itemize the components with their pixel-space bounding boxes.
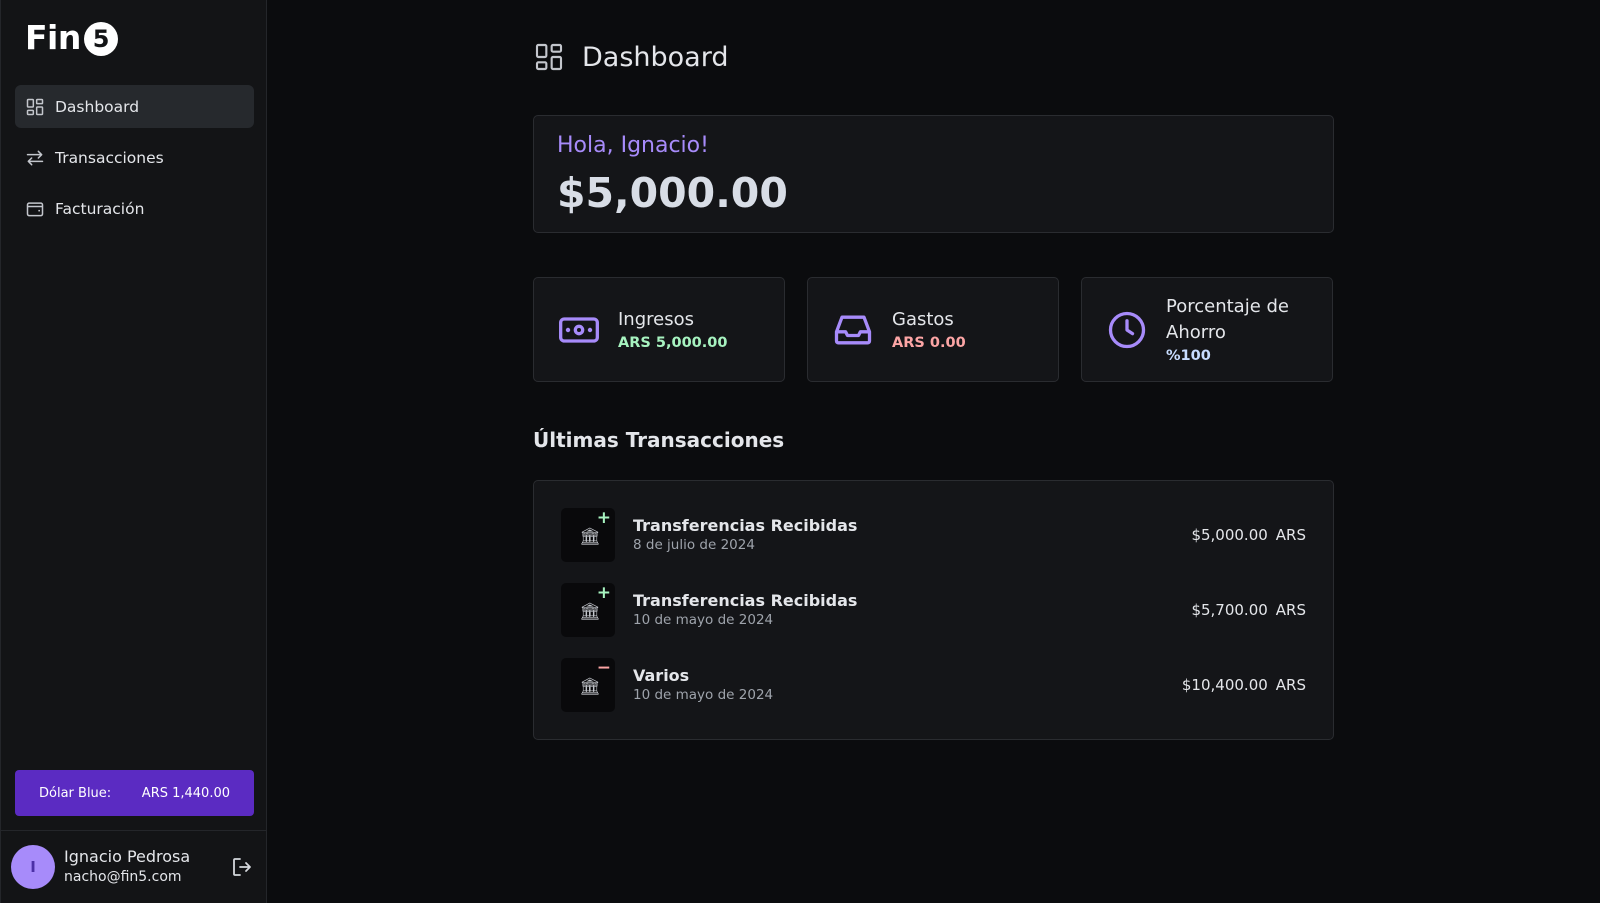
logout-icon[interactable]: [230, 855, 254, 879]
sidebar-item-facturacion[interactable]: Facturación: [15, 187, 254, 230]
bank-building-icon: 🏛: [579, 527, 601, 547]
user-profile: I Ignacio Pedrosa nacho@fin5.com: [11, 844, 258, 890]
bank-icon: 🏛 +: [561, 508, 615, 562]
arrows-swap-icon: [25, 148, 45, 168]
tx-amount: $10,400.00: [1181, 676, 1268, 694]
tx-amount: $5,700.00: [1191, 601, 1268, 619]
tx-currency: ARS: [1275, 526, 1306, 544]
tx-name: Transferencias Recibidas: [633, 591, 858, 610]
clock-icon: [1105, 308, 1149, 352]
stat-label: Porcentaje de Ahorro: [1166, 295, 1289, 343]
stat-value: ARS 5,000.00: [618, 334, 728, 351]
tx-date: 8 de julio de 2024: [633, 537, 755, 553]
logo-text: Fin: [25, 18, 81, 57]
sidebar: Fin 5 Dashboard Transacciones Facturació…: [0, 0, 267, 903]
sidebar-nav: Dashboard Transacciones Facturación: [15, 85, 254, 238]
stat-card-gastos: Gastos ARS 0.00: [807, 277, 1059, 382]
stat-text: Gastos ARS 0.00: [892, 307, 966, 353]
logo-coin-icon: 5: [83, 21, 118, 56]
sidebar-item-label: Facturación: [55, 199, 145, 218]
stat-label: Gastos: [892, 308, 954, 330]
dashboard-grid-icon: [533, 41, 565, 73]
sidebar-divider: [1, 830, 267, 831]
list-item[interactable]: 🏛 − Varios 10 de mayo de 2024 $10,400.00…: [561, 658, 1306, 712]
tx-date: 10 de mayo de 2024: [633, 687, 774, 703]
tx-info: Transferencias Recibidas 10 de mayo de 2…: [633, 590, 1191, 630]
transactions-list: 🏛 + Transferencias Recibidas 8 de julio …: [533, 480, 1334, 740]
tx-info: Varios 10 de mayo de 2024: [633, 665, 1182, 705]
stat-value: ARS 0.00: [892, 334, 966, 351]
list-item[interactable]: 🏛 + Transferencias Recibidas 10 de mayo …: [561, 583, 1306, 637]
app-root: Fin 5 Dashboard Transacciones Facturació…: [0, 0, 1600, 903]
dolar-value: ARS 1,440.00: [141, 785, 230, 801]
greeting: Hola, Ignacio!: [557, 133, 709, 158]
stat-card-ingresos: Ingresos ARS 5,000.00: [533, 277, 785, 382]
section-title: Últimas Transacciones: [533, 428, 785, 452]
stat-card-ahorro: Porcentaje de Ahorro %100: [1081, 277, 1333, 382]
stat-text: Ingresos ARS 5,000.00: [618, 307, 727, 353]
page-header: Dashboard: [533, 41, 728, 73]
tx-name: Varios: [633, 666, 690, 685]
bank-building-icon: 🏛: [579, 677, 601, 697]
plus-icon: +: [596, 583, 611, 603]
page-title: Dashboard: [582, 41, 729, 73]
dolar-label: Dólar Blue:: [39, 785, 112, 801]
tx-date: 10 de mayo de 2024: [633, 612, 774, 628]
main-content: Dashboard Hola, Ignacio! $5,000.00 Ingre…: [267, 0, 1600, 903]
tx-amount: $5,000.00: [1191, 526, 1268, 544]
logo[interactable]: Fin 5: [25, 18, 118, 57]
bank-building-icon: 🏛: [579, 602, 601, 622]
tx-currency: ARS: [1275, 676, 1306, 694]
bank-icon: 🏛 +: [561, 583, 615, 637]
sidebar-item-label: Dashboard: [55, 97, 140, 116]
sidebar-item-dashboard[interactable]: Dashboard: [15, 85, 254, 128]
stat-text: Porcentaje de Ahorro %100: [1166, 294, 1316, 366]
tx-info: Transferencias Recibidas 8 de julio de 2…: [633, 515, 1191, 555]
balance-card: Hola, Ignacio! $5,000.00: [533, 115, 1334, 233]
cash-icon: [557, 308, 601, 352]
list-item[interactable]: 🏛 + Transferencias Recibidas 8 de julio …: [561, 508, 1306, 562]
user-name: Ignacio Pedrosa: [64, 847, 191, 866]
bank-icon: 🏛 −: [561, 658, 615, 712]
avatar[interactable]: I: [11, 845, 55, 889]
minus-icon: −: [596, 658, 611, 678]
tx-name: Transferencias Recibidas: [633, 516, 858, 535]
sidebar-item-label: Transacciones: [55, 148, 164, 167]
wallet-icon: [25, 199, 45, 219]
dolar-blue-rate: Dólar Blue: ARS 1,440.00: [15, 770, 254, 816]
plus-icon: +: [596, 508, 611, 528]
sidebar-item-transacciones[interactable]: Transacciones: [15, 136, 254, 179]
inbox-tray-icon: [831, 308, 875, 352]
dashboard-grid-icon: [25, 97, 45, 117]
balance-amount: $5,000.00: [557, 169, 788, 217]
user-info: Ignacio Pedrosa nacho@fin5.com: [64, 847, 230, 887]
tx-currency: ARS: [1275, 601, 1306, 619]
stat-label: Ingresos: [618, 308, 694, 330]
stat-value: %100: [1166, 347, 1211, 364]
user-email: nacho@fin5.com: [64, 869, 182, 885]
